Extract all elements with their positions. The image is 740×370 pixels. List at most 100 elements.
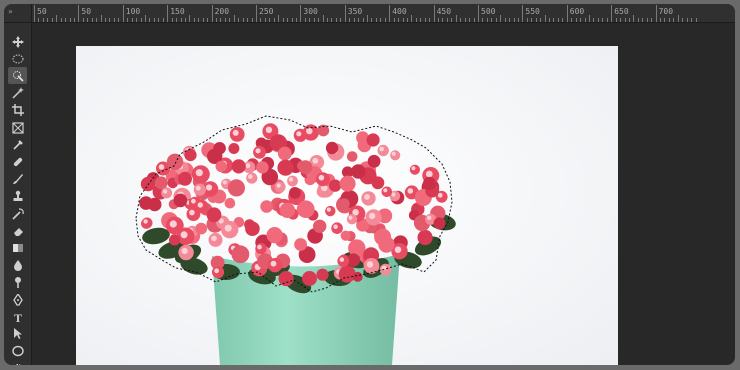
flower-highlight [265, 126, 273, 133]
svg-text:T: T [13, 311, 21, 323]
flower-bloom [256, 161, 269, 174]
ruler-minor-tick [513, 18, 515, 22]
ruler-major-tick [122, 5, 124, 22]
ruler-minor-tick [105, 18, 107, 22]
ruler-label: 400 [392, 7, 407, 16]
ruler-minor-tick [198, 18, 200, 22]
ruler-minor-tick [557, 18, 559, 22]
crop-tool[interactable] [8, 102, 27, 119]
flower-bloom [228, 143, 240, 154]
flower-bloom [224, 197, 236, 209]
ruler-minor-tick [597, 18, 599, 22]
flower-highlight [276, 183, 281, 188]
ruler-minor-tick [242, 18, 244, 22]
ruler-minor-tick [442, 18, 444, 22]
flower-bloom [178, 171, 192, 186]
flower-bloom [298, 160, 313, 175]
flower-bloom [140, 176, 156, 192]
ruler-minor-tick [438, 18, 440, 22]
brush-tool[interactable] [8, 171, 27, 188]
flower-bloom [147, 197, 162, 212]
flower-bloom [278, 271, 294, 287]
gradient-icon [12, 243, 23, 252]
eyedropper-tool[interactable] [8, 136, 27, 153]
ruler-label: 450 [436, 7, 452, 16]
eraser-tool[interactable] [8, 222, 27, 239]
collapse-toolbar-icon[interactable]: » [8, 7, 13, 16]
ruler-minor-tick [207, 18, 209, 22]
ruler-minor-tick [295, 18, 297, 22]
clone-stamp-tool[interactable] [8, 188, 27, 205]
ruler-minor-tick [646, 18, 648, 22]
blur-tool[interactable] [8, 257, 27, 274]
flower-highlight [270, 260, 277, 267]
flower-highlight [181, 247, 188, 255]
ruler-minor-tick [322, 15, 324, 22]
marquee-tool[interactable] [8, 50, 27, 67]
flower-bloom [173, 193, 188, 208]
horizontal-ruler[interactable]: 50 50 100 150 200 250 300 350 400 450 500 550 600 650… [32, 4, 735, 23]
flower-bloom [279, 202, 296, 218]
frame-icon [11, 121, 24, 134]
ruler-minor-tick [327, 18, 329, 22]
ruler-minor-tick [51, 18, 53, 22]
hand-icon [16, 364, 20, 365]
flower-bloom [339, 175, 356, 192]
ruler-minor-tick [335, 18, 337, 22]
history-brush-tool[interactable] [8, 205, 27, 222]
ruler-label: 650 [614, 7, 629, 16]
ruler-corner[interactable]: » [4, 4, 32, 23]
flower-bloom [231, 245, 250, 264]
flower-highlight [425, 170, 433, 178]
shape-tool[interactable] [8, 343, 27, 360]
drop-icon [13, 260, 22, 272]
ruler-minor-tick [260, 18, 262, 22]
ruler-minor-tick [691, 18, 693, 22]
ruler-minor-tick [677, 15, 679, 22]
gradient-tool[interactable] [8, 239, 27, 256]
healing-brush-tool[interactable] [8, 153, 27, 170]
ruler-minor-tick [56, 15, 58, 22]
quick-selection-tool[interactable] [8, 67, 27, 85]
move-icon [11, 35, 24, 48]
ruler-minor-tick [353, 18, 355, 22]
flower-bloom [231, 159, 246, 174]
flower-highlight [326, 207, 331, 212]
flower-highlight [180, 231, 188, 239]
ruler-minor-tick [309, 18, 311, 22]
flower-highlight [437, 192, 443, 198]
ruler-major-tick [655, 5, 657, 22]
document-canvas[interactable] [76, 46, 618, 365]
flower-highlight [255, 148, 261, 154]
move-tool[interactable] [8, 33, 27, 50]
flower-bloom [277, 159, 294, 176]
ruler-major-tick [78, 5, 80, 22]
ruler-minor-tick [446, 18, 448, 22]
flower-highlight [339, 257, 345, 262]
flower-highlight [391, 151, 396, 156]
ruler-minor-tick [118, 18, 120, 22]
flower-highlight [364, 194, 370, 200]
ruler-minor-tick [544, 15, 546, 22]
flower-bloom [154, 176, 168, 190]
type-tool[interactable]: T [8, 308, 27, 325]
ruler-minor-tick [91, 18, 93, 22]
ruler-minor-tick [113, 18, 115, 22]
dodge-tool[interactable] [8, 274, 27, 291]
ruler-minor-tick [628, 18, 630, 22]
ruler-minor-tick [642, 18, 644, 22]
ruler-minor-tick [69, 18, 71, 22]
ruler-minor-tick [664, 18, 666, 22]
ruler-minor-tick [229, 18, 231, 22]
ruler-minor-tick [682, 18, 684, 22]
ruler-minor-tick [127, 18, 129, 22]
flower-highlight [348, 215, 353, 220]
path-selection-tool[interactable] [8, 325, 27, 342]
ruler-minor-tick [193, 18, 195, 22]
pen-tool[interactable] [8, 291, 27, 308]
flower-bloom [381, 186, 393, 198]
frame-tool[interactable] [8, 119, 27, 136]
hand-tool[interactable] [8, 360, 27, 365]
magic-wand-tool[interactable] [8, 85, 27, 102]
ruler-major-tick [611, 5, 613, 22]
